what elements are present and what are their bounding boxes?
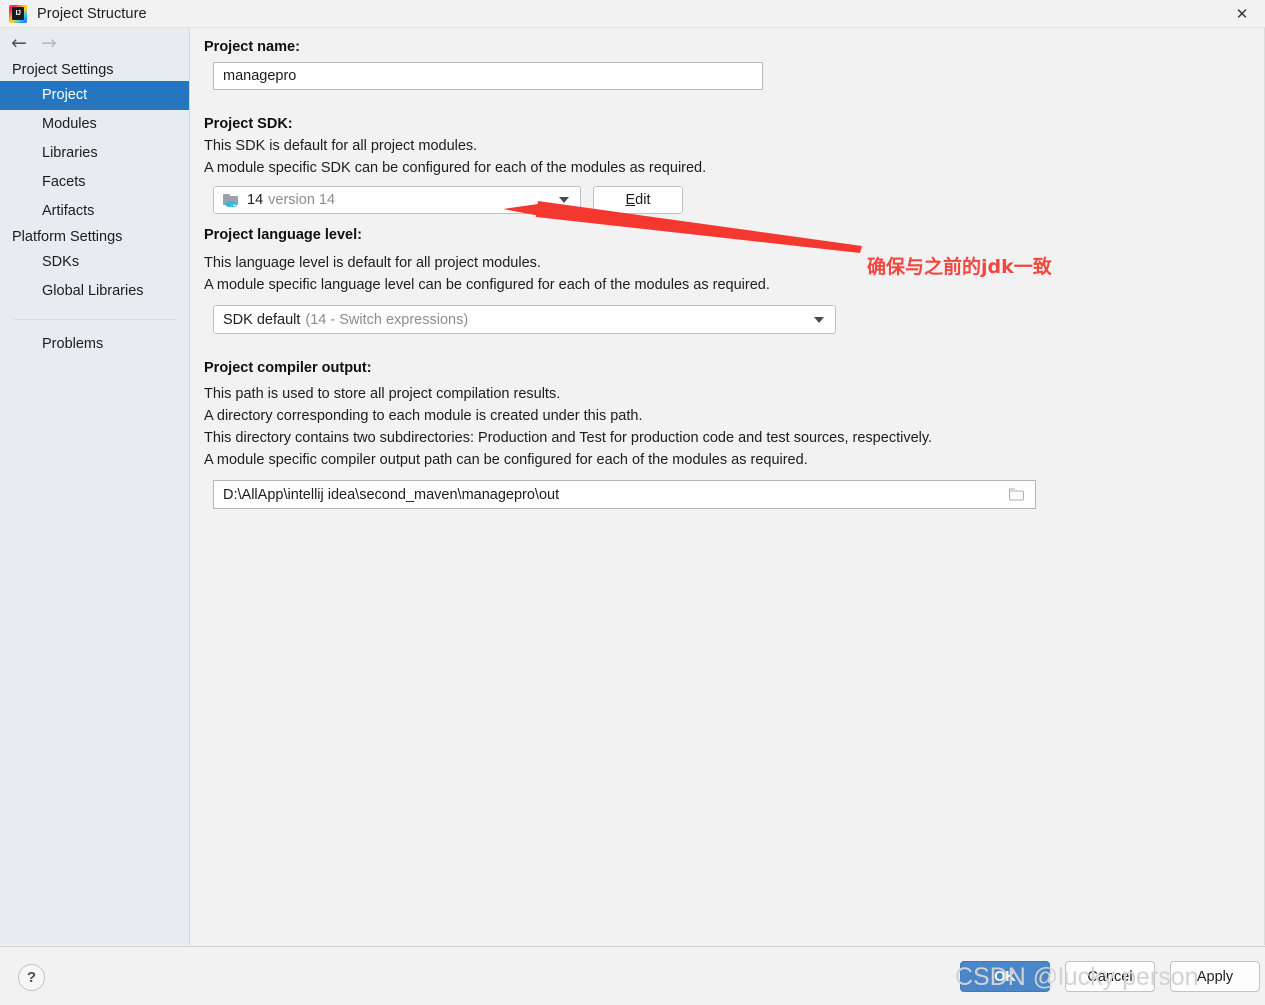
forward-arrow-icon[interactable]: → [41,34,57,53]
edit-button-label: dit [635,192,651,208]
window-title: Project Structure [37,5,147,22]
sidebar-item-artifacts[interactable]: Artifacts [0,197,189,226]
project-sdk-desc-2: A module specific SDK can be configured … [204,160,707,176]
compiler-output-desc-3: This directory contains two subdirectori… [204,430,933,446]
help-button[interactable]: ? [18,964,45,991]
sidebar-group-project-settings: Project Settings [12,62,114,78]
compiler-output-path-value: D:\AllApp\intellij idea\second_maven\man… [223,486,560,503]
dialog-footer: ? OK Cancel Apply [0,946,1265,1005]
project-sdk-dropdown[interactable]: 14 version 14 [213,186,581,214]
annotation-text: 确保与之前的jdk一致 [867,256,1052,278]
compiler-output-desc-1: This path is used to store all project c… [204,386,561,402]
sidebar: ← → Project Settings Project Modules Lib… [0,28,190,945]
language-level-dropdown[interactable]: SDK default (14 - Switch expressions) [213,305,836,334]
project-name-input[interactable]: managepro [213,62,763,90]
sidebar-item-global-libraries[interactable]: Global Libraries [0,277,189,306]
project-sdk-label: Project SDK: [204,116,293,132]
main-content: Project name: managepro Project SDK: Thi… [191,28,1264,945]
project-name-label: Project name: [204,39,300,55]
project-sdk-desc-1: This SDK is default for all project modu… [204,138,478,154]
project-structure-dialog: IJ Project Structure ✕ ← → Project Setti… [0,0,1265,1005]
language-level-value: SDK default [223,311,301,328]
language-level-desc-1: This language level is default for all p… [204,255,541,271]
sidebar-item-modules[interactable]: Modules [0,110,189,139]
project-sdk-version: version 14 [268,192,336,208]
sidebar-divider [14,319,175,320]
compiler-output-desc-2: A directory corresponding to each module… [204,408,643,424]
close-icon[interactable]: ✕ [1219,0,1265,28]
edit-button-mnemonic: E [625,192,636,208]
compiler-output-label: Project compiler output: [204,360,372,376]
sidebar-item-libraries[interactable]: Libraries [0,139,189,168]
apply-button[interactable]: Apply [1170,961,1260,992]
cancel-button[interactable]: Cancel [1065,961,1155,992]
sidebar-group-platform-settings: Platform Settings [12,229,123,245]
sidebar-item-project[interactable]: Project [0,81,189,110]
language-level-desc-2: A module specific language level can be … [204,277,770,293]
project-sdk-value: 14 [247,192,264,208]
back-arrow-icon[interactable]: ← [11,34,27,53]
edit-sdk-button[interactable]: Edit [593,186,683,214]
intellij-idea-logo-icon: IJ [9,4,27,23]
compiler-output-desc-4: A module specific compiler output path c… [204,452,808,468]
sidebar-item-sdks[interactable]: SDKs [0,248,189,277]
language-level-label: Project language level: [204,227,362,243]
sidebar-item-facets[interactable]: Facets [0,168,189,197]
ok-button[interactable]: OK [960,961,1050,992]
sidebar-nav-bar: ← → [0,28,189,59]
chevron-down-icon [814,316,824,323]
language-level-detail: (14 - Switch expressions) [305,311,469,328]
folder-browse-icon[interactable] [1009,488,1025,501]
compiler-output-path-input[interactable]: D:\AllApp\intellij idea\second_maven\man… [213,480,1036,509]
title-bar: IJ Project Structure ✕ [0,0,1265,28]
chevron-down-icon [559,197,569,203]
java-sdk-folder-icon [223,193,240,208]
sidebar-item-problems[interactable]: Problems [0,330,189,359]
